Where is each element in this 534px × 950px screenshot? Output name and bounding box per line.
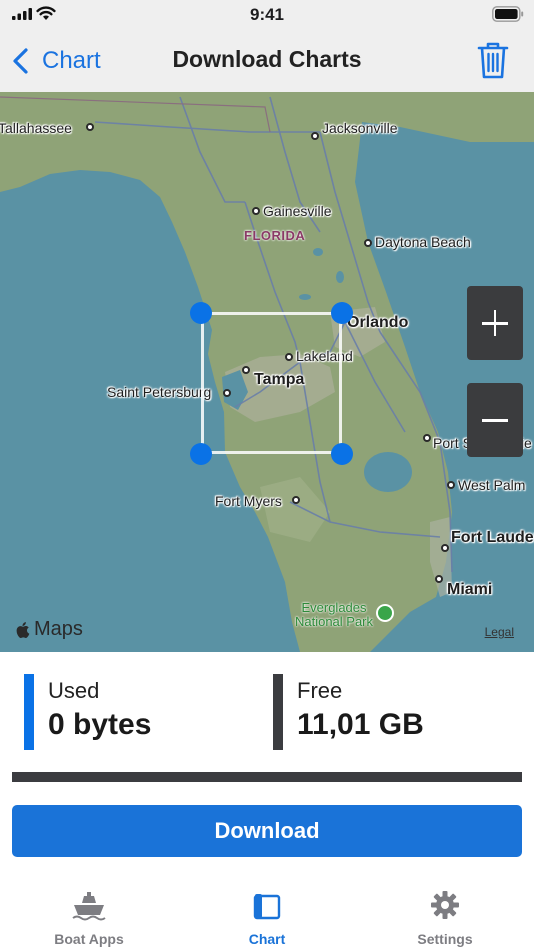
map-label-west-palm: West Palm bbox=[458, 477, 526, 493]
used-label: Used bbox=[48, 678, 100, 703]
selection-handle-top-right[interactable] bbox=[331, 302, 353, 324]
park-label-line1: Everglades bbox=[301, 600, 367, 615]
download-area-selection[interactable] bbox=[201, 312, 342, 454]
tab-boat-apps[interactable]: Boat Apps bbox=[0, 880, 178, 950]
map-label-orlando: Orlando bbox=[347, 314, 409, 331]
free-label: Free bbox=[297, 678, 343, 703]
map-city-marker bbox=[364, 239, 372, 247]
battery-icon bbox=[492, 6, 524, 22]
storage-summary: Used 0 bytes Free 11,01 GB bbox=[0, 652, 534, 782]
map-label-state: FLORIDA bbox=[244, 228, 306, 243]
map-view[interactable]: Tallahassee Jacksonville Gainesville FLO… bbox=[0, 92, 534, 652]
map-label-gainesville: Gainesville bbox=[263, 203, 332, 219]
tab-chart-label: Chart bbox=[248, 931, 286, 947]
back-button[interactable]: Chart bbox=[10, 44, 101, 78]
back-button-label: Chart bbox=[42, 47, 101, 74]
tab-bar: Boat Apps Chart Settings bbox=[0, 880, 534, 950]
map-city-marker bbox=[86, 123, 94, 131]
tab-chart[interactable]: Chart bbox=[178, 880, 356, 950]
map-city-marker bbox=[311, 132, 319, 140]
status-time: 9:41 bbox=[249, 5, 285, 24]
selection-handle-bottom-left[interactable] bbox=[190, 443, 212, 465]
map-city-marker bbox=[447, 481, 455, 489]
trash-icon[interactable] bbox=[476, 40, 510, 80]
status-bar: 9:41 bbox=[0, 0, 534, 30]
free-color-indicator bbox=[273, 674, 283, 750]
park-label-line2: National Park bbox=[294, 614, 374, 629]
download-button[interactable]: Download bbox=[12, 805, 522, 857]
apple-logo-icon bbox=[16, 621, 30, 638]
apple-maps-logo: Maps bbox=[16, 618, 83, 641]
chevron-left-icon bbox=[13, 48, 28, 74]
zoom-in-button[interactable] bbox=[467, 286, 523, 360]
zoom-out-button[interactable] bbox=[467, 383, 523, 457]
chart-book-icon bbox=[253, 894, 281, 920]
legal-link[interactable]: Legal bbox=[485, 625, 514, 639]
map-label-fort-lauderdale: Fort Lauderdale bbox=[451, 529, 534, 546]
map-city-marker bbox=[252, 207, 260, 215]
minus-icon bbox=[482, 419, 508, 422]
selection-handle-bottom-right[interactable] bbox=[331, 443, 353, 465]
map-label-tallahassee: Tallahassee bbox=[0, 120, 72, 136]
tab-settings[interactable]: Settings bbox=[356, 880, 534, 950]
map-label-saint-petersburg: Saint Petersburg bbox=[107, 384, 212, 400]
free-value: 11,01 GB bbox=[297, 708, 424, 741]
map-label-everglades: Everglades National Park bbox=[282, 601, 386, 629]
map-label-jacksonville: Jacksonville bbox=[322, 120, 398, 136]
map-city-marker bbox=[292, 496, 300, 504]
tab-settings-label: Settings bbox=[417, 931, 473, 947]
park-tree-icon bbox=[376, 604, 394, 622]
used-value: 0 bytes bbox=[48, 708, 152, 741]
map-city-marker bbox=[441, 544, 449, 552]
boat-icon bbox=[72, 892, 106, 921]
map-label-fort-myers: Fort Myers bbox=[215, 493, 282, 509]
map-label-daytona-beach: Daytona Beach bbox=[375, 234, 471, 250]
map-label-miami: Miami bbox=[447, 581, 493, 598]
gear-icon bbox=[431, 891, 459, 919]
selection-handle-top-left[interactable] bbox=[190, 302, 212, 324]
used-color-indicator bbox=[24, 674, 34, 750]
tab-boat-apps-label: Boat Apps bbox=[54, 931, 124, 947]
navigation-bar: Chart Download Charts bbox=[0, 30, 534, 92]
maps-logo-text: Maps bbox=[34, 618, 83, 640]
storage-usage-bar bbox=[12, 772, 522, 782]
map-city-marker bbox=[423, 434, 431, 442]
map-city-marker bbox=[435, 575, 443, 583]
